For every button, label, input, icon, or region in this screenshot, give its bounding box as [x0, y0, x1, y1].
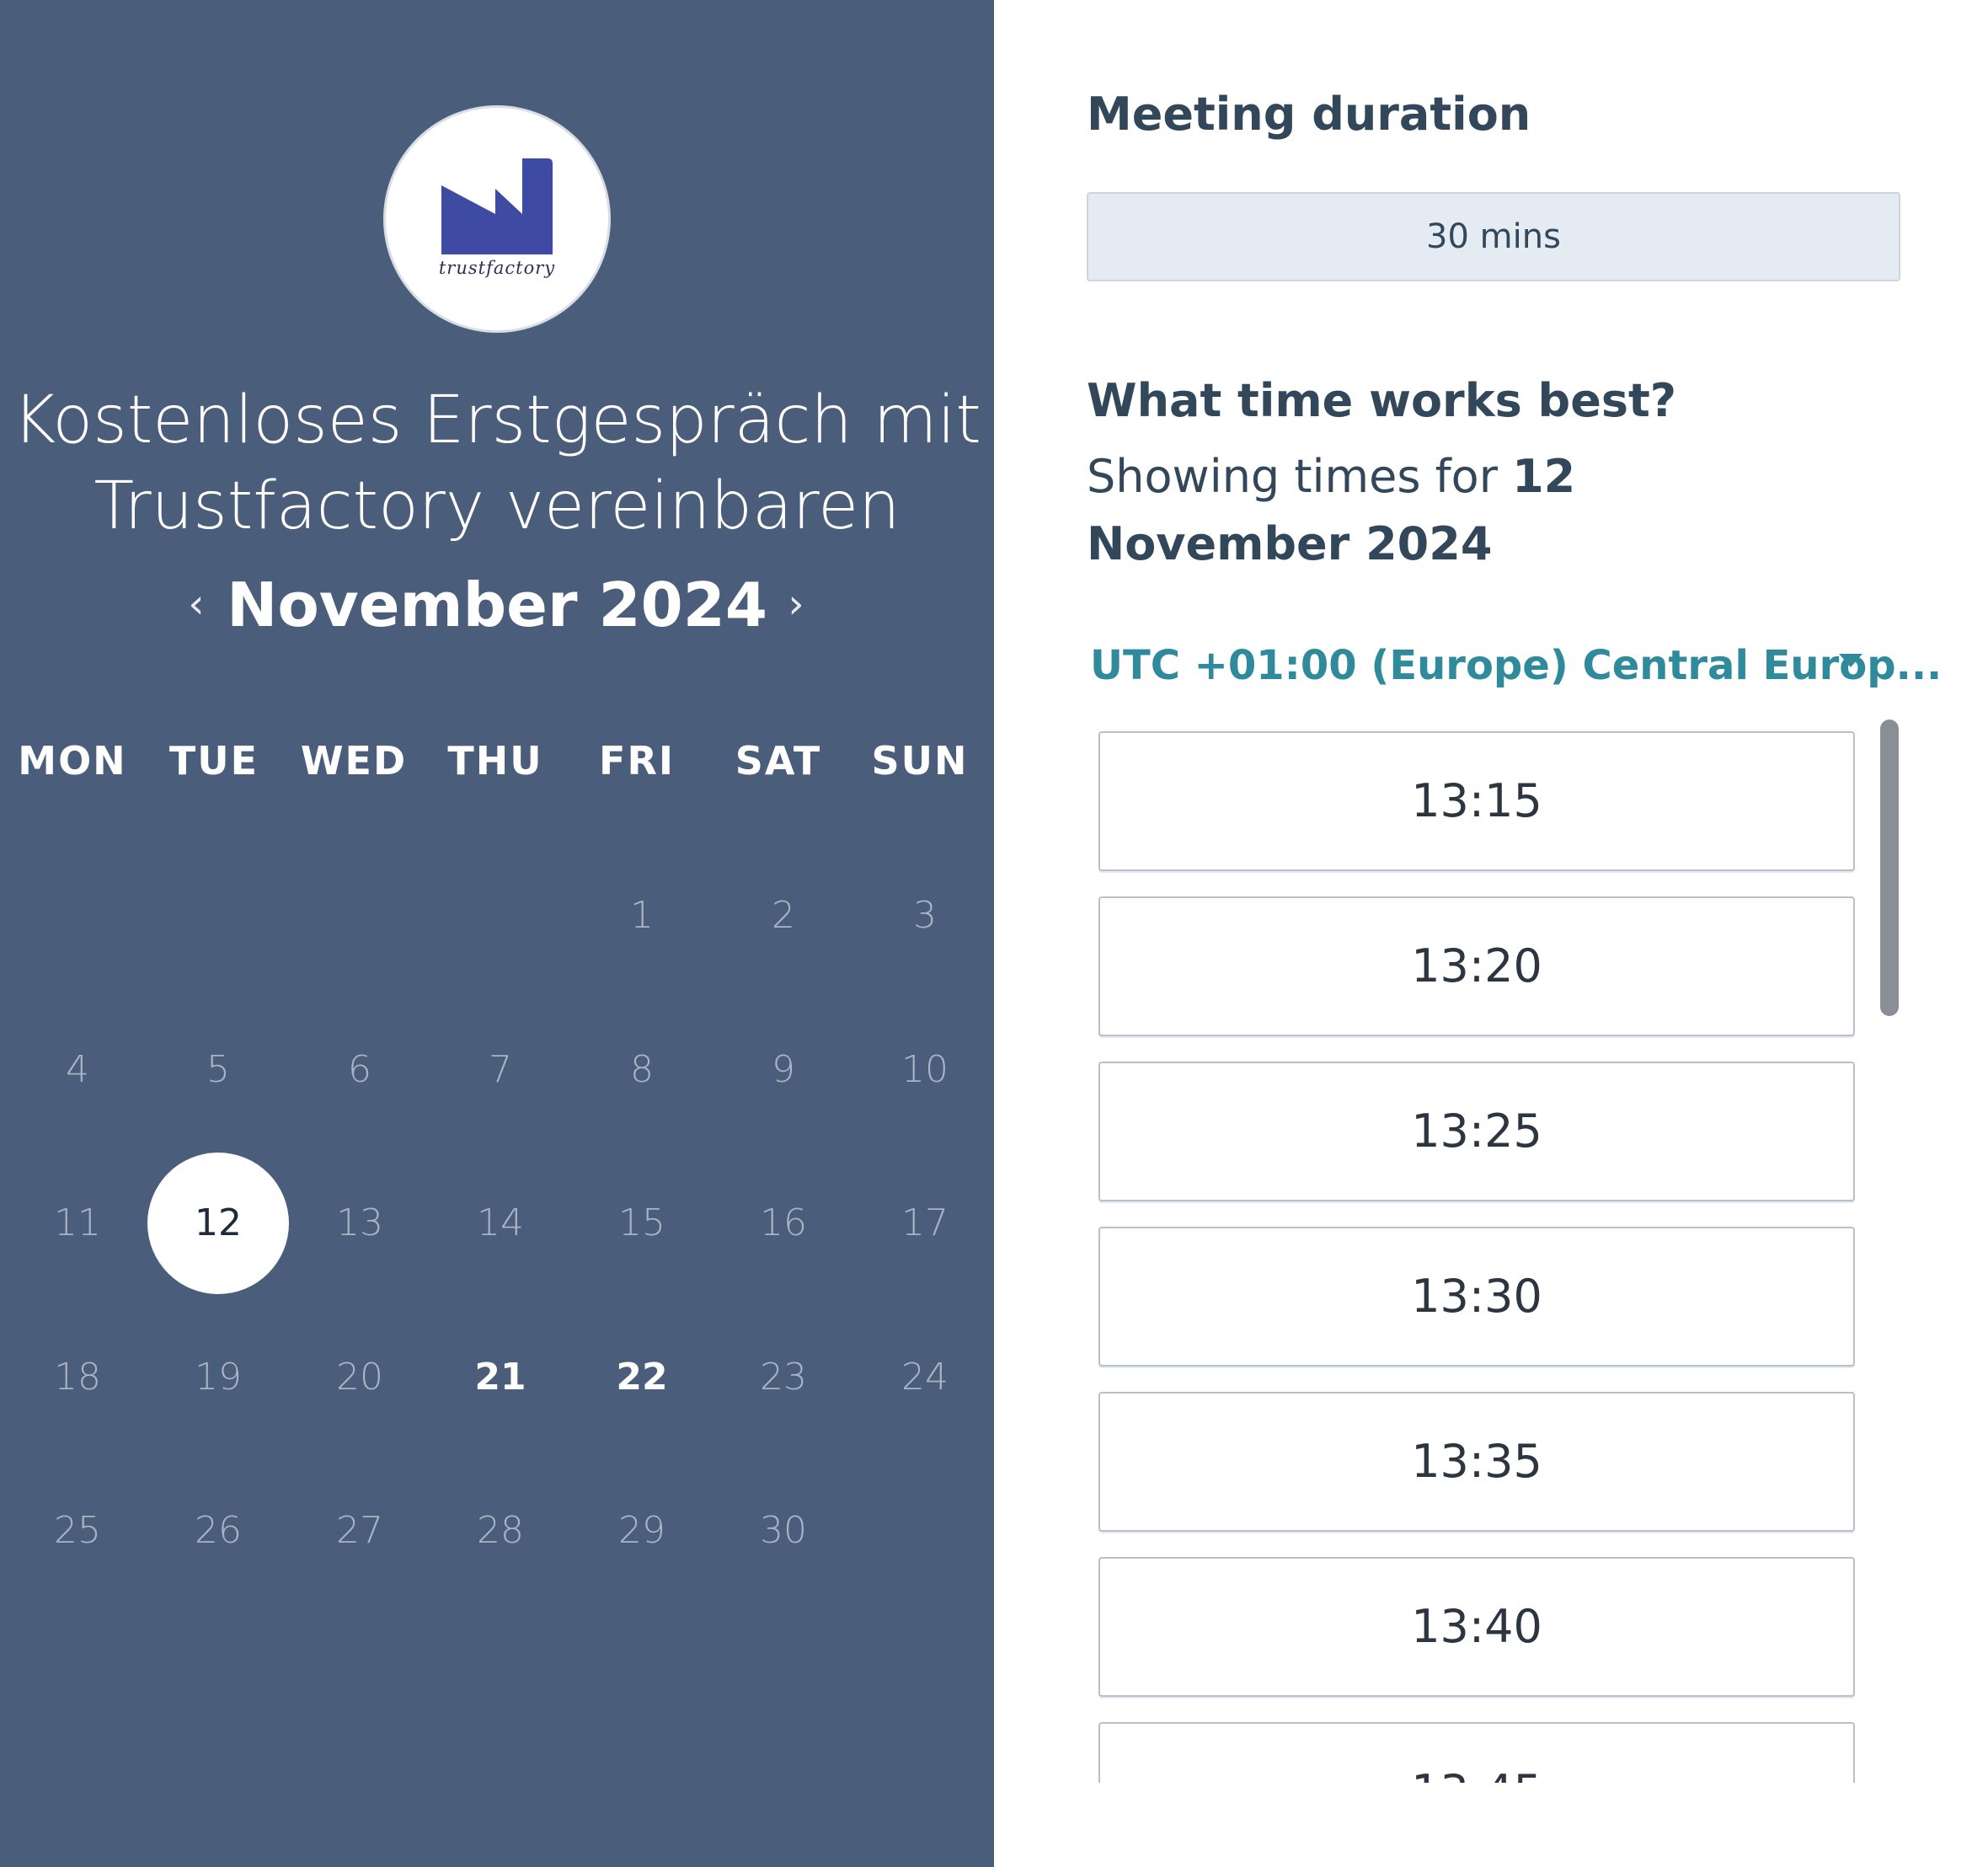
- time-slot-button[interactable]: 13:45: [1098, 1722, 1855, 1783]
- time-slot-button[interactable]: 13:35: [1098, 1392, 1855, 1532]
- calendar-day-21[interactable]: 21: [430, 1307, 571, 1448]
- calendar-day-20: 20: [336, 1356, 383, 1399]
- time-slot-button[interactable]: 13:15: [1098, 731, 1855, 871]
- calendar-day-27: 27: [336, 1509, 383, 1552]
- time-slot-button[interactable]: 13:20: [1098, 896, 1855, 1036]
- caret-down-icon[interactable]: [1839, 654, 1862, 667]
- duration-option-button[interactable]: 30 mins: [1087, 192, 1900, 281]
- duration-heading: Meeting duration: [1087, 88, 1531, 141]
- calendar-day-13: 13: [336, 1201, 383, 1244]
- calendar-day-24: 24: [901, 1356, 949, 1399]
- calendar-day-22[interactable]: 22: [571, 1307, 713, 1448]
- calendar-day-18: 18: [54, 1356, 101, 1399]
- calendar-day-15: 15: [618, 1201, 665, 1244]
- calendar-day-12[interactable]: 12: [147, 1153, 289, 1294]
- calendar-day-10: 10: [901, 1048, 949, 1091]
- time-slot-button[interactable]: 13:30: [1098, 1227, 1855, 1367]
- showing-prefix: Showing times for: [1087, 450, 1513, 503]
- calendar-day-6: 6: [348, 1048, 371, 1091]
- calendar-day-5: 5: [206, 1048, 230, 1091]
- time-slot-button[interactable]: 13:40: [1098, 1557, 1855, 1697]
- calendar-day-28: 28: [477, 1509, 524, 1552]
- time-slot-button[interactable]: 13:25: [1098, 1062, 1855, 1201]
- calendar-day-30: 30: [760, 1509, 807, 1552]
- calendar-day-25: 25: [54, 1509, 101, 1552]
- calendar-day-1: 1: [630, 894, 654, 937]
- calendar-grid: 1 2 3 4 5 6 7 8 9 10 11 12 13 14 15 16 17 18 19 20 21 22 23 24 2…: [0, 0, 994, 1867]
- calendar-day-23: 23: [760, 1356, 807, 1399]
- calendar-day-14: 14: [477, 1201, 524, 1244]
- time-heading: What time works best?: [1087, 374, 1677, 427]
- calendar-day-9: 9: [772, 1048, 795, 1091]
- calendar-day-7: 7: [489, 1048, 512, 1091]
- timezone-select[interactable]: UTC +01:00 (Europe) Central Europ...: [1090, 634, 1942, 698]
- calendar-day-4: 4: [66, 1048, 89, 1091]
- calendar-day-8: 8: [630, 1048, 654, 1091]
- calendar-day-11: 11: [54, 1201, 101, 1244]
- calendar-panel: trustfactory Kostenloses Erstgespräch mi…: [0, 0, 994, 1867]
- calendar-day-16: 16: [760, 1201, 807, 1244]
- time-slot-scrollbar[interactable]: [1880, 720, 1899, 1016]
- calendar-day-19: 19: [195, 1356, 242, 1399]
- calendar-day-17: 17: [901, 1201, 949, 1244]
- calendar-day-26: 26: [195, 1509, 242, 1552]
- calendar-day-29: 29: [618, 1509, 665, 1552]
- showing-times-text: Showing times for 12 November 2024: [1087, 443, 1845, 578]
- time-selection-panel: Meeting duration 30 mins What time works…: [994, 0, 1988, 1867]
- calendar-day-2: 2: [772, 894, 795, 937]
- time-slot-list: 13:15 13:20 13:25 13:30 13:35 13:40 13:45: [1095, 725, 1946, 1783]
- calendar-day-3: 3: [913, 894, 937, 937]
